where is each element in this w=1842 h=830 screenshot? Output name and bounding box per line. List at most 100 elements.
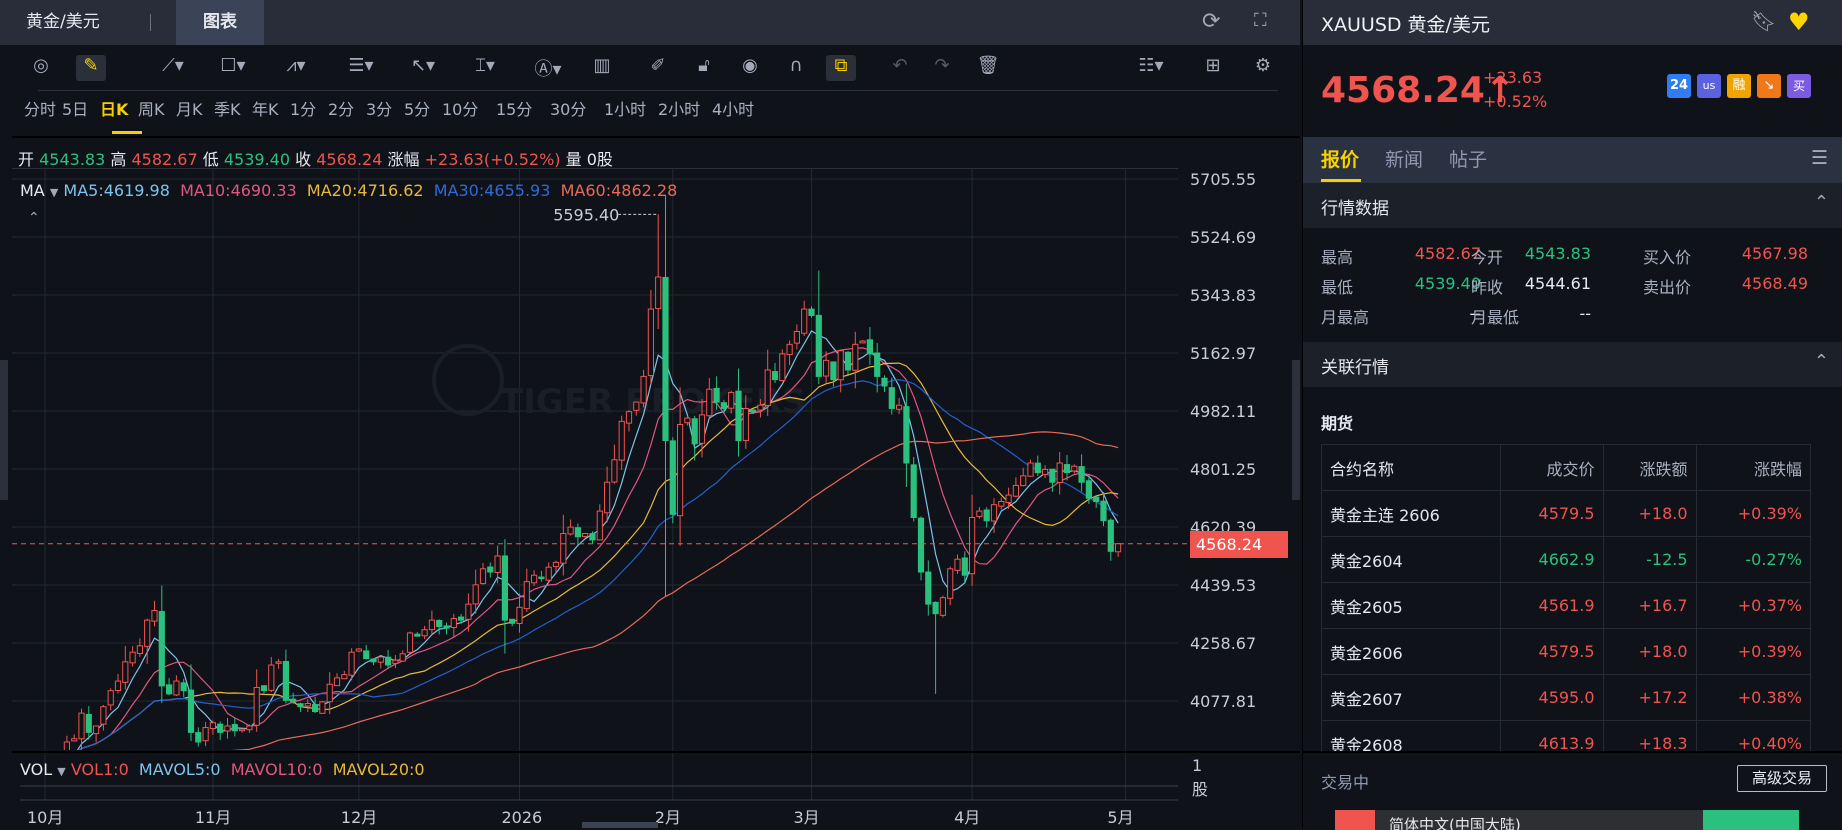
candle-up	[355, 648, 362, 652]
table-row[interactable]: 黄金2604 4662.9 -12.5 -0.27%	[1321, 536, 1812, 583]
chevron-up-icon[interactable]: ⌃	[1814, 351, 1829, 372]
candle-up	[224, 725, 231, 732]
pattern-tool-icon[interactable]: ⩘▾	[272, 55, 320, 81]
collapse-chevron-icon[interactable]: ⌃	[28, 210, 40, 226]
pencil-icon[interactable]: ✎	[76, 55, 106, 81]
bottom-scroll-handle[interactable]	[582, 822, 658, 828]
column-header: 成交价	[1499, 444, 1604, 491]
dropdown-icon[interactable]: ▼	[50, 186, 58, 199]
candle-down	[1049, 468, 1056, 483]
period-8[interactable]: 2分	[328, 96, 354, 120]
cell-name: 黄金2607	[1321, 674, 1501, 721]
right-scroll-handle[interactable]	[1292, 360, 1300, 500]
sell-button[interactable]	[1335, 810, 1375, 830]
divider	[150, 14, 151, 31]
eraser-icon[interactable]: ✐	[646, 55, 670, 81]
language-tooltip: 简体中文(中国大陆)	[1375, 810, 1703, 830]
x-tick-label: 2026	[502, 808, 543, 827]
candle-down	[815, 314, 822, 377]
period-11[interactable]: 10分	[442, 96, 478, 120]
futures-table: 合约名称 成交价 涨跌额 涨跌幅 黄金主连 2606 4579.5 +18.0 +0.…	[1321, 444, 1812, 767]
tab-news[interactable]: 新闻	[1385, 145, 1423, 172]
period-7[interactable]: 1分	[290, 96, 316, 120]
trash-icon[interactable]: 🗑︎	[976, 55, 1000, 81]
period-3[interactable]: 周K	[138, 96, 165, 120]
badge-24h-icon[interactable]: 24	[1667, 74, 1691, 98]
y-tick-label: 4801.25	[1190, 460, 1256, 479]
redo-icon[interactable]: ↷	[930, 55, 954, 81]
left-scroll-handle[interactable]	[0, 360, 8, 500]
vol-label[interactable]: VOL	[20, 760, 52, 779]
period-2[interactable]: 日K	[100, 96, 128, 120]
undo-icon[interactable]: ↶	[888, 55, 912, 81]
tab-quote[interactable]: 报价	[1321, 145, 1359, 172]
tab-symbol[interactable]: 黄金/美元	[26, 0, 100, 45]
text-tool-icon[interactable]: Ⓐ▾	[524, 55, 572, 81]
period-4[interactable]: 月K	[176, 96, 203, 120]
period-15[interactable]: 2小时	[658, 96, 700, 120]
candlestick-chart[interactable]: 5705.55 5524.69 5343.83 5162.97 4982.11 4801.…	[0, 168, 1300, 828]
badge-margin-icon[interactable]: 融	[1727, 74, 1751, 98]
gauge-icon[interactable]: ◎	[28, 55, 54, 81]
candle-down	[180, 682, 187, 692]
measure-tool-icon[interactable]: ⌶▾	[462, 55, 508, 81]
candle-down	[691, 418, 698, 445]
table-row[interactable]: 黄金2605 4561.9 +16.7 +0.37%	[1321, 582, 1812, 629]
dropdown-icon[interactable]: ▼	[57, 765, 65, 778]
period-16[interactable]: 4小时	[712, 96, 754, 120]
related-market-header[interactable]: 关联行情 ⌃	[1303, 342, 1842, 387]
link-icon[interactable]: ⧉	[826, 55, 856, 81]
line-tool-icon[interactable]: ⟋▾	[150, 55, 196, 81]
refresh-icon[interactable]: ⟳	[1202, 11, 1220, 33]
period-6[interactable]: 年K	[252, 96, 279, 120]
table-row[interactable]: 黄金2607 4595.0 +17.2 +0.38%	[1321, 674, 1812, 721]
candle-up	[326, 683, 333, 703]
max-annotation-label: 5595.40	[553, 205, 619, 224]
table-row[interactable]: 黄金主连 2606 4579.5 +18.0 +0.39%	[1321, 490, 1812, 537]
magnet-icon[interactable]: ∩	[784, 55, 808, 81]
period-9[interactable]: 3分	[366, 96, 392, 120]
badge-short-icon[interactable]: ↘	[1757, 74, 1781, 98]
rect-tool-icon[interactable]: ☐▾	[210, 55, 256, 81]
grid-icon[interactable]: ⊞	[1200, 55, 1226, 81]
favorite-heart-icon[interactable]: ♥	[1788, 8, 1810, 36]
candle-up	[801, 308, 808, 334]
advanced-trade-button[interactable]: 高级交易	[1737, 765, 1827, 792]
period-5[interactable]: 季K	[214, 96, 241, 120]
period-10[interactable]: 5分	[404, 96, 430, 120]
period-12[interactable]: 15分	[496, 96, 532, 120]
lock-icon[interactable]: 🔓︎	[692, 55, 716, 81]
buy-button[interactable]	[1703, 810, 1799, 830]
candle-down	[363, 650, 370, 660]
candles-icon[interactable]: ▥	[590, 55, 614, 81]
tab-chart[interactable]: 图表	[176, 0, 264, 45]
eye-icon[interactable]: ◉	[738, 55, 762, 81]
fib-tool-icon[interactable]: ☰▾	[338, 55, 384, 81]
candle-down	[538, 576, 545, 580]
bookmark-icon[interactable]: 🔖︎	[1751, 11, 1776, 31]
market-data-header[interactable]: 行情数据 ⌃	[1303, 183, 1842, 228]
period-13[interactable]: 30分	[550, 96, 586, 120]
candle-up	[531, 574, 538, 584]
chevron-up-icon[interactable]: ⌃	[1814, 192, 1829, 213]
stat-label: 月最高	[1321, 308, 1370, 327]
fullscreen-icon[interactable]: ⛶	[1254, 12, 1267, 30]
badge-us-icon[interactable]: us	[1697, 74, 1721, 98]
badge-buy-icon[interactable]: 买	[1787, 74, 1811, 98]
candle-down	[925, 571, 932, 605]
period-14[interactable]: 1小时	[604, 96, 646, 120]
settings-icon[interactable]: ⚙	[1250, 55, 1276, 81]
period-0[interactable]: 分时	[24, 96, 56, 120]
candle-down	[910, 464, 917, 519]
menu-icon[interactable]: ☰	[1811, 149, 1828, 168]
candle-down	[282, 660, 289, 701]
arrow-tool-icon[interactable]: ↖▾	[400, 55, 446, 81]
layout-icon[interactable]: ☷▾	[1128, 55, 1174, 81]
candle-up	[786, 343, 793, 356]
candle-down	[735, 390, 742, 442]
candle-up	[647, 308, 654, 377]
period-1[interactable]: 5日	[62, 96, 88, 120]
tab-posts[interactable]: 帖子	[1449, 145, 1487, 172]
ma-label[interactable]: MA	[20, 181, 45, 200]
table-row[interactable]: 黄金2606 4579.5 +18.0 +0.39%	[1321, 628, 1812, 675]
